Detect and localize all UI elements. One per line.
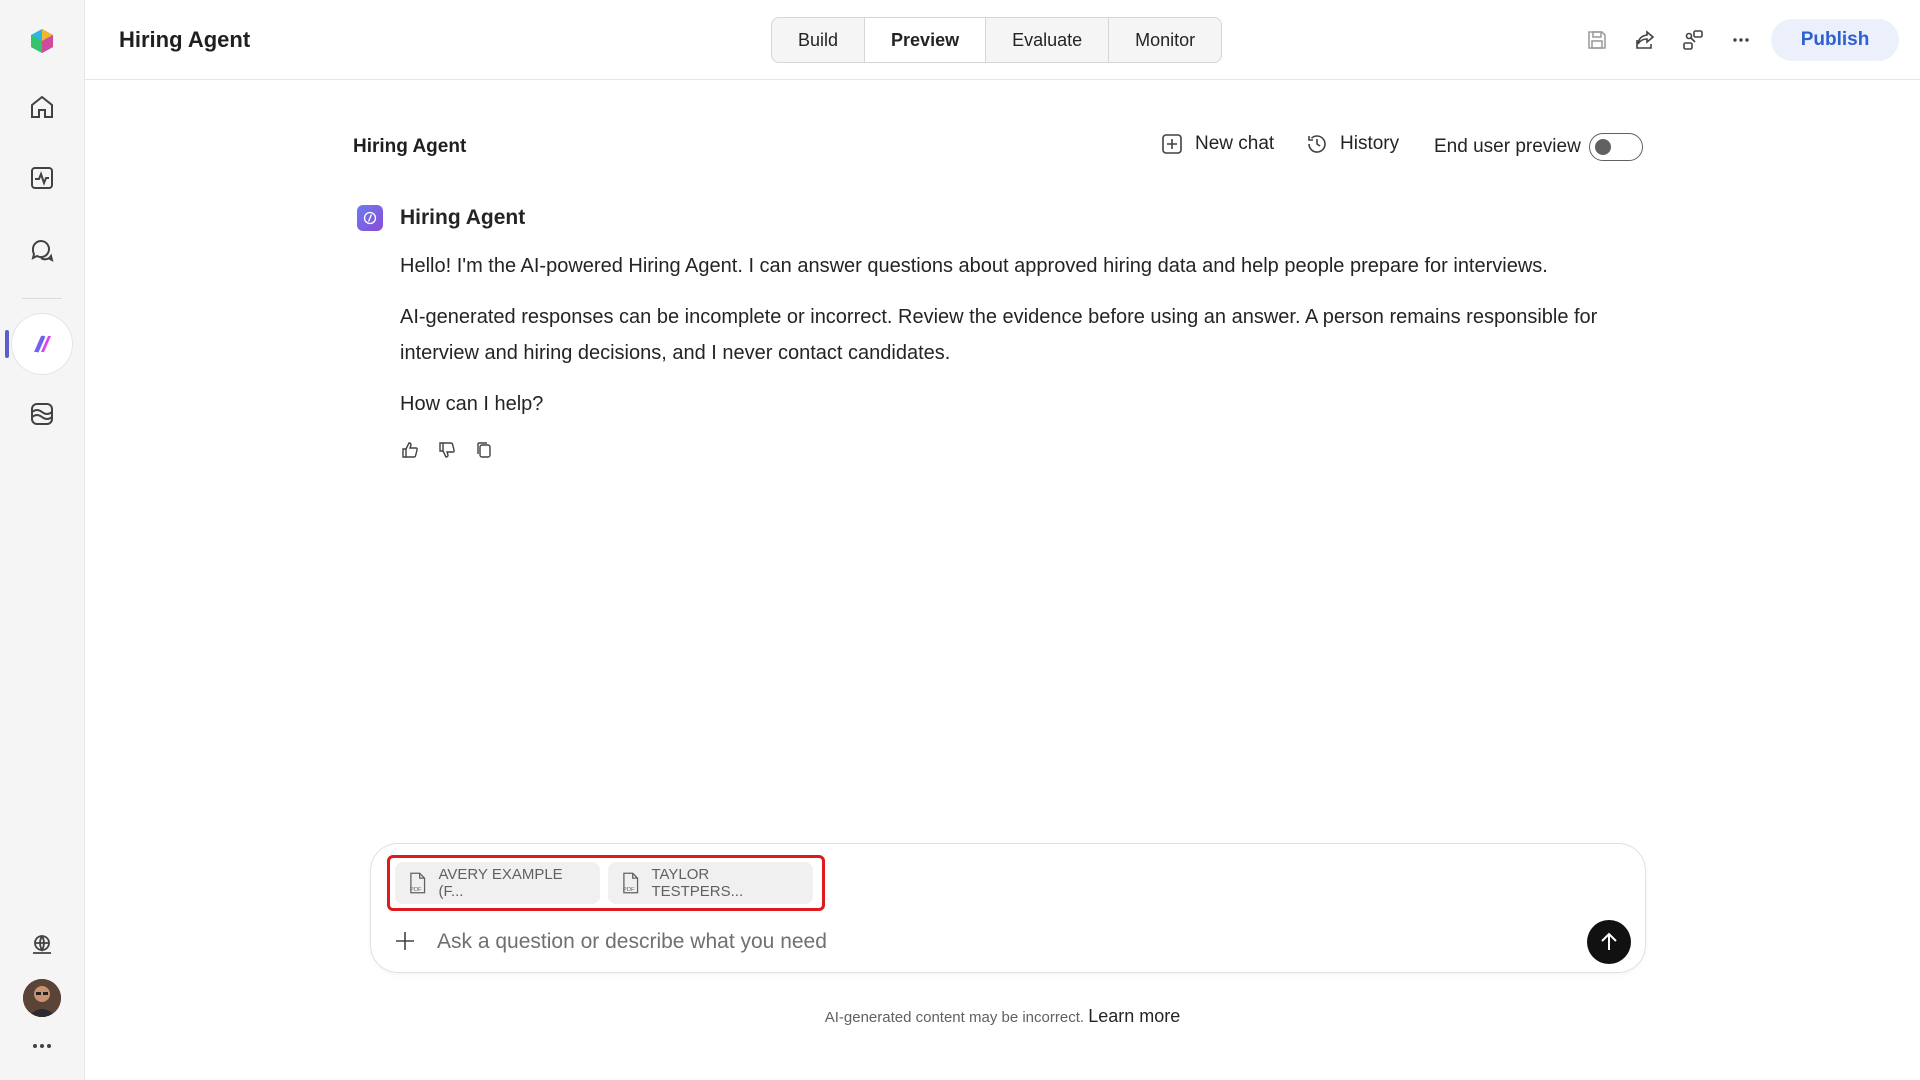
connect-icon[interactable] (1679, 26, 1707, 54)
copilot-logo[interactable] (20, 19, 64, 63)
message-paragraph: Hello! I'm the AI-powered Hiring Agent. … (400, 255, 1548, 277)
pdf-file-icon: PDF (410, 872, 426, 894)
publish-button[interactable]: Publish (1771, 19, 1899, 61)
toggle-knob (1595, 139, 1611, 155)
svg-text:PDF: PDF (623, 887, 635, 893)
activity-icon[interactable] (20, 156, 64, 200)
more-icon[interactable] (20, 1029, 64, 1063)
end-user-preview-label: End user preview (1434, 136, 1581, 157)
history-icon (1308, 135, 1326, 153)
message-paragraph: How can I help? (400, 393, 544, 415)
copy-icon[interactable] (472, 438, 496, 462)
library-icon[interactable] (20, 392, 64, 436)
home-icon[interactable] (20, 85, 64, 129)
thumbs-down-icon[interactable] (435, 438, 459, 462)
new-chat-label: New chat (1195, 133, 1275, 154)
send-arrow-icon (1601, 932, 1617, 950)
disclaimer-text: AI-generated content may be incorrect. (824, 1009, 1085, 1026)
learn-more-link[interactable]: Learn more (1088, 1006, 1180, 1026)
copilot-logo-icon (31, 29, 53, 53)
message-sender: Hiring Agent (400, 206, 526, 229)
top-header: Hiring Agent Build Preview Evaluate Moni… (85, 0, 1920, 80)
new-chat-button[interactable]: New chat (1161, 133, 1274, 155)
chat-panel-title: Hiring Agent (353, 136, 467, 157)
chat-input[interactable] (437, 924, 1567, 960)
attachment-name: TAYLOR TESTPERS... (651, 866, 744, 900)
attachment-chip[interactable]: PDF AVERY EXAMPLE (F... (395, 862, 600, 904)
attachment-name: AVERY EXAMPLE (F... (438, 866, 563, 900)
new-chat-icon (1162, 134, 1182, 154)
attachment-chip[interactable]: PDF TAYLOR TESTPERS... (608, 862, 813, 904)
pdf-file-icon: PDF (623, 872, 639, 894)
agent-icon[interactable] (12, 314, 72, 374)
tab-evaluate[interactable]: Evaluate (986, 18, 1110, 62)
rail-divider (22, 298, 62, 299)
send-button[interactable] (1587, 920, 1631, 964)
footer-disclaimer: AI-generated content may be incorrect. L… (0, 1006, 1920, 1027)
environment-icon[interactable] (20, 923, 64, 967)
tab-preview[interactable]: Preview (865, 18, 987, 62)
message-paragraph: AI-generated responses can be incomplete… (400, 306, 1598, 364)
active-indicator (5, 330, 9, 358)
app-title: Hiring Agent (119, 27, 251, 52)
end-user-preview-toggle[interactable] (1589, 133, 1643, 161)
chat-icon[interactable] (20, 228, 64, 272)
mode-tabs: Build Preview Evaluate Monitor (771, 17, 1223, 63)
bot-avatar-icon (357, 205, 383, 231)
thumbs-up-icon[interactable] (398, 438, 422, 462)
history-button[interactable]: History (1306, 133, 1399, 155)
more-options-icon[interactable] (1727, 26, 1755, 54)
svg-text:PDF: PDF (410, 887, 422, 893)
tab-build[interactable]: Build (772, 18, 866, 62)
share-icon[interactable] (1631, 26, 1659, 54)
tab-monitor[interactable]: Monitor (1109, 18, 1221, 62)
add-attachment-icon[interactable] (392, 928, 418, 954)
history-label: History (1340, 133, 1400, 154)
save-icon[interactable] (1583, 26, 1611, 54)
left-rail (0, 0, 85, 1080)
